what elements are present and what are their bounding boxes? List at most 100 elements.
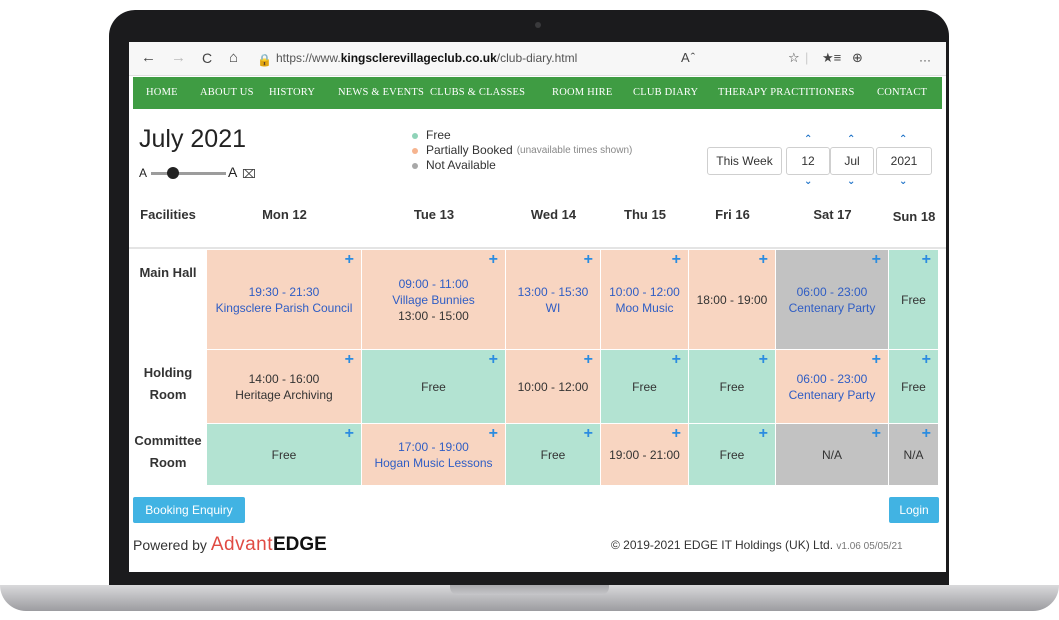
cell-line2[interactable]: Moo Music (615, 300, 673, 316)
cell-line2[interactable]: Village Bunnies (392, 292, 475, 308)
add-booking-plus-icon[interactable]: + (759, 252, 768, 268)
legend-na: Not Available (426, 158, 496, 172)
year-down-chevron-icon[interactable]: ⌄ (899, 176, 907, 187)
cell-holding-room-wed[interactable]: +10:00 - 12:00 (506, 350, 601, 424)
login-button[interactable]: Login (889, 497, 939, 523)
cell-holding-room-mon[interactable]: +14:00 - 16:00 Heritage Archiving (207, 350, 362, 424)
cell-committee-room-tue[interactable]: +17:00 - 19:00 Hogan Music Lessons (362, 424, 506, 486)
row-label-holding-room: Holding Room (129, 362, 207, 406)
favorites-icon[interactable]: ★≡ (822, 49, 841, 67)
nav-about-us[interactable]: ABOUT US (200, 87, 254, 98)
cell-line2[interactable]: Centenary Party (789, 300, 876, 316)
cell-committee-room-sun[interactable]: + N/A (889, 424, 939, 486)
add-booking-plus-icon[interactable]: + (872, 252, 881, 268)
cell-holding-room-thu[interactable]: + Free (601, 350, 689, 424)
add-booking-plus-icon[interactable]: + (584, 252, 593, 268)
cell-line1[interactable]: 17:00 - 19:00 (398, 439, 469, 455)
add-booking-plus-icon[interactable]: + (872, 426, 881, 442)
day-down-chevron-icon[interactable]: ⌄ (804, 176, 812, 187)
cell-committee-room-sat[interactable]: + N/A (776, 424, 889, 486)
cell-committee-room-fri[interactable]: + Free (689, 424, 776, 486)
day-field[interactable]: 12 (786, 147, 830, 175)
booking-enquiry-button[interactable]: Booking Enquiry (133, 497, 245, 523)
year-field[interactable]: 2021 (876, 147, 932, 175)
cell-line1[interactable]: 13:00 - 15:30 (518, 284, 589, 300)
nav-home[interactable]: HOME (146, 87, 178, 98)
cell-main-hall-mon[interactable]: +19:30 - 21:30 Kingsclere Parish Council (207, 250, 362, 350)
back-arrow-icon[interactable]: ← (141, 49, 156, 67)
reload-icon[interactable]: C (202, 49, 212, 67)
cell-line1: Free (271, 447, 297, 462)
brand-advant[interactable]: Advant (211, 534, 273, 555)
nav-contact[interactable]: CONTACT (877, 87, 927, 98)
nav-club-diary[interactable]: CLUB DIARY (633, 87, 698, 98)
cell-line1[interactable]: 10:00 - 12:00 (609, 284, 680, 300)
day-up-chevron-icon[interactable]: ⌃ (804, 134, 812, 145)
add-booking-plus-icon[interactable]: + (672, 426, 681, 442)
legend-partial-note: (unavailable times shown) (516, 145, 633, 156)
add-booking-plus-icon[interactable]: + (759, 352, 768, 368)
add-booking-plus-icon[interactable]: + (584, 352, 593, 368)
cell-main-hall-sat[interactable]: +06:00 - 23:00 Centenary Party (776, 250, 889, 350)
cell-holding-room-sat[interactable]: +06:00 - 23:00 Centenary Party (776, 350, 889, 424)
add-booking-plus-icon[interactable]: + (489, 252, 498, 268)
cell-line2[interactable]: WI (546, 300, 561, 316)
nav-room-hire[interactable]: ROOM HIRE (552, 87, 612, 98)
nav-clubs-classes[interactable]: CLUBS & CLASSES (430, 87, 525, 98)
font-size-slider[interactable] (151, 172, 226, 175)
cell-line1: Free (421, 379, 446, 394)
font-size-slider-handle[interactable] (167, 167, 179, 179)
add-booking-plus-icon[interactable]: + (759, 426, 768, 442)
nav-therapy-practitioners[interactable]: THERAPY PRACTITIONERS (718, 87, 855, 98)
year-up-chevron-icon[interactable]: ⌃ (899, 134, 907, 145)
cell-line2[interactable]: Kingsclere Parish Council (216, 300, 353, 316)
month-down-chevron-icon[interactable]: ⌄ (847, 176, 855, 187)
collections-icon[interactable]: ⊕ (852, 49, 863, 67)
url-path: /club-diary.html (496, 51, 578, 65)
month-field[interactable]: Jul (830, 147, 874, 175)
forward-arrow-icon[interactable]: → (171, 49, 186, 67)
home-icon[interactable]: ⌂ (229, 49, 238, 67)
add-booking-plus-icon[interactable]: + (922, 352, 931, 368)
collections-star-icon[interactable]: ☆ (788, 49, 800, 67)
add-booking-plus-icon[interactable]: + (672, 252, 681, 268)
cell-committee-room-wed[interactable]: + Free (506, 424, 601, 486)
cell-main-hall-fri[interactable]: +18:00 - 19:00 (689, 250, 776, 350)
cell-line2[interactable]: Hogan Music Lessons (374, 455, 492, 471)
address-bar[interactable]: https://www.kingsclerevillageclub.co.uk/… (276, 51, 577, 65)
add-booking-plus-icon[interactable]: + (489, 352, 498, 368)
cell-line1[interactable]: 19:30 - 21:30 (249, 284, 320, 300)
cell-line1[interactable]: 06:00 - 23:00 (797, 371, 868, 387)
add-booking-plus-icon[interactable]: + (672, 352, 681, 368)
cell-committee-room-mon[interactable]: + Free (207, 424, 362, 486)
cell-main-hall-wed[interactable]: +13:00 - 15:30 WI (506, 250, 601, 350)
more-menu-icon[interactable]: ··· (919, 51, 931, 69)
brand-edge[interactable]: EDGE (273, 534, 327, 555)
month-up-chevron-icon[interactable]: ⌃ (847, 134, 855, 145)
nav-history[interactable]: HISTORY (269, 87, 315, 98)
nav-news-events[interactable]: NEWS & EVENTS (338, 87, 424, 98)
cell-main-hall-tue[interactable]: +09:00 - 11:00 Village Bunnies 13:00 - 15:… (362, 250, 506, 350)
add-booking-plus-icon[interactable]: + (922, 252, 931, 268)
cell-holding-room-tue[interactable]: + Free (362, 350, 506, 424)
copyright: © 2019-2021 EDGE IT Holdings (UK) Ltd. v… (611, 538, 903, 552)
cell-line1[interactable]: 09:00 - 11:00 (399, 276, 469, 292)
row-label-main-hall: Main Hall (129, 262, 207, 284)
add-booking-plus-icon[interactable]: + (922, 426, 931, 442)
cell-main-hall-sun[interactable]: + Free (889, 250, 939, 350)
cell-committee-room-thu[interactable]: +19:00 - 21:00 (601, 424, 689, 486)
cell-holding-room-sun[interactable]: + Free (889, 350, 939, 424)
add-booking-plus-icon[interactable]: + (489, 426, 498, 442)
add-booking-plus-icon[interactable]: + (872, 352, 881, 368)
this-week-button[interactable]: This Week (707, 147, 782, 175)
cell-holding-room-fri[interactable]: + Free (689, 350, 776, 424)
cell-line1[interactable]: 06:00 - 23:00 (797, 284, 868, 300)
cell-line2[interactable]: Centenary Party (789, 387, 876, 403)
add-booking-plus-icon[interactable]: + (345, 426, 354, 442)
add-booking-plus-icon[interactable]: + (345, 352, 354, 368)
expand-icon[interactable]: ⌧ (242, 167, 256, 181)
cell-main-hall-thu[interactable]: +10:00 - 12:00 Moo Music (601, 250, 689, 350)
add-booking-plus-icon[interactable]: + (584, 426, 593, 442)
add-booking-plus-icon[interactable]: + (345, 252, 354, 268)
read-aloud-icon[interactable]: A ˆ (681, 49, 695, 67)
